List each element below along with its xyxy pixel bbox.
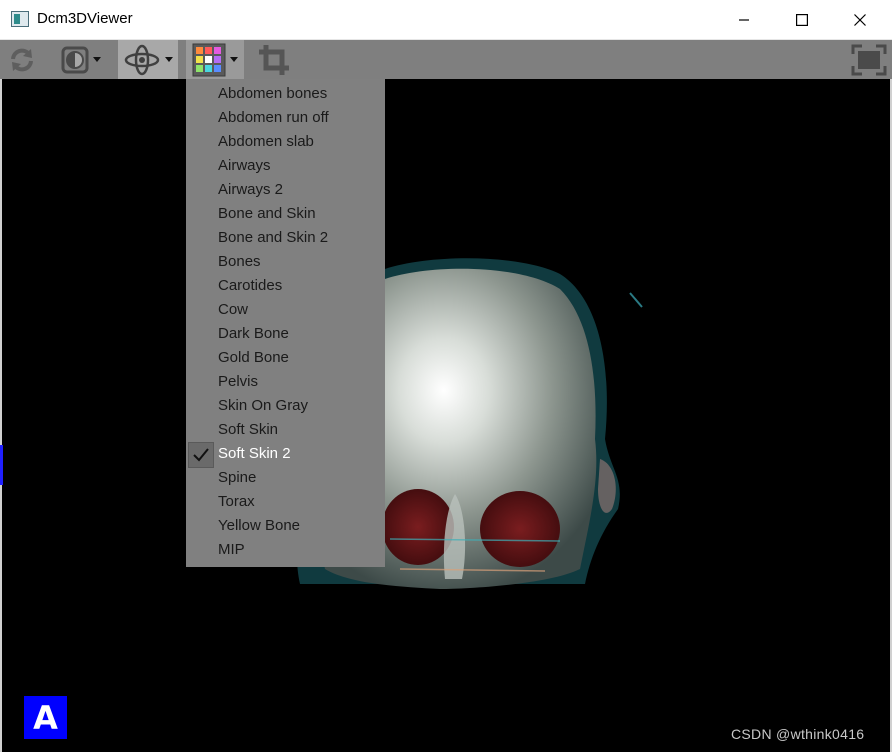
menu-item-soft-skin-2[interactable]: Soft Skin 2 [186,442,385,468]
menu-item-spine[interactable]: Spine [186,466,385,490]
toolbar [0,40,892,79]
menu-item-label: Abdomen bones [218,85,328,102]
menu-item-label: Bone and Skin 2 [218,229,329,246]
edge-marker [0,445,3,485]
contrast-icon [61,46,89,73]
menu-item-torax[interactable]: Torax [186,490,385,514]
menu-item-label: Abdomen run off [218,109,329,126]
menu-item-airways-2[interactable]: Airways 2 [186,178,385,202]
color-preset-menu: Abdomen bones Abdomen run off Abdomen slab… [186,79,385,567]
app-icon [11,11,29,27]
menu-item-label: Dark Bone [218,325,289,342]
menu-item-label: Pelvis [218,373,259,390]
color-grid-icon [192,43,226,76]
close-button[interactable] [832,0,888,40]
title-bar: Dcm3DViewer [0,0,892,40]
menu-item-dark-bone[interactable]: Dark Bone [186,322,385,346]
menu-item-skin-on-gray[interactable]: Skin On Gray [186,394,385,418]
fullscreen-button[interactable] [848,40,890,79]
watermark: CSDN @wthink0416 [731,726,865,742]
menu-item-label: Soft Skin 2 [218,445,291,462]
menu-item-label: Cow [218,301,249,318]
menu-item-label: Bone and Skin [218,205,316,222]
checkmark-icon [188,442,214,468]
menu-item-bone-and-skin[interactable]: Bone and Skin [186,202,385,226]
menu-item-abdomen-run-off[interactable]: Abdomen run off [186,106,385,130]
chevron-down-icon [230,57,238,62]
refresh-icon [11,48,33,71]
crop-button[interactable] [252,40,296,79]
crop-icon [259,44,289,75]
color-preset-button[interactable] [186,40,244,79]
menu-item-gold-bone[interactable]: Gold Bone [186,346,385,370]
close-icon [854,14,866,26]
menu-item-airways[interactable]: Airways [186,154,385,178]
menu-item-label: Carotides [218,277,283,294]
orientation-marker: A [24,696,67,739]
menu-item-abdomen-slab[interactable]: Abdomen slab [186,130,385,154]
menu-item-carotides[interactable]: Carotides [186,274,385,298]
maximize-icon [796,14,808,26]
menu-item-label: Soft Skin [218,421,279,438]
menu-item-mip[interactable]: MIP [186,538,385,562]
menu-item-label: Airways 2 [218,181,284,198]
maximize-button[interactable] [774,0,830,40]
menu-item-label: Yellow Bone [218,517,301,534]
menu-item-abdomen-bones[interactable]: Abdomen bones [186,82,385,106]
menu-item-label: Airways [218,157,271,174]
rotate-3d-button[interactable] [118,40,178,79]
menu-item-yellow-bone[interactable]: Yellow Bone [186,514,385,538]
menu-item-soft-skin[interactable]: Soft Skin [186,418,385,442]
fullscreen-icon [851,44,887,75]
reset-view-button[interactable] [2,40,42,79]
volume-rendering [296,258,643,589]
menu-item-label: MIP [218,541,245,558]
menu-item-label: Spine [218,469,257,486]
menu-item-cow[interactable]: Cow [186,298,385,322]
menu-item-label: Gold Bone [218,349,289,366]
menu-item-label: Skin On Gray [218,397,309,414]
menu-item-pelvis[interactable]: Pelvis [186,370,385,394]
menu-item-bones[interactable]: Bones [186,250,385,274]
render-viewport[interactable] [0,79,892,752]
orbit-rotate-icon [124,44,160,75]
menu-item-label: Torax [218,493,255,510]
menu-item-label: Abdomen slab [218,133,314,150]
viewport-border-left [0,79,2,752]
window-title: Dcm3DViewer [37,10,133,27]
chevron-down-icon [165,57,173,62]
menu-item-label: Bones [218,253,261,270]
minimize-icon [739,19,749,21]
window-level-button[interactable] [52,40,110,79]
chevron-down-icon [93,57,101,62]
menu-item-bone-and-skin-2[interactable]: Bone and Skin 2 [186,226,385,250]
minimize-button[interactable] [716,0,772,40]
